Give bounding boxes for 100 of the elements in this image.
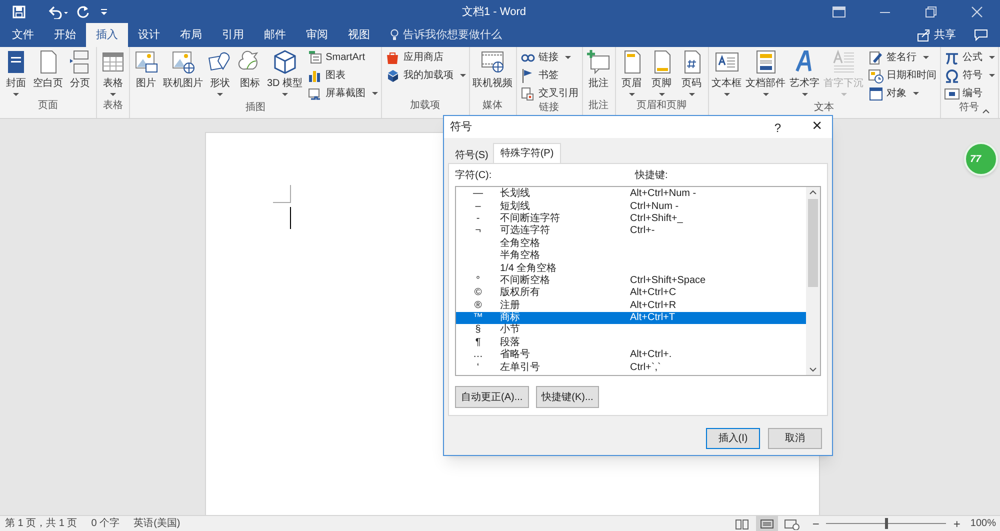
character-name: 左单引号: [500, 362, 541, 374]
save-icon[interactable]: [12, 4, 26, 18]
character-list[interactable]: [455, 186, 821, 376]
zoom-in-button[interactable]: +: [953, 516, 960, 530]
ribbon-button[interactable]: 屏幕截图: [306, 85, 378, 102]
character-name: 省略号: [500, 349, 531, 362]
ribbon-tab[interactable]: 文件: [2, 23, 44, 47]
ribbon-button[interactable]: 图标: [235, 49, 265, 90]
collapse-icon[interactable]: [982, 108, 990, 114]
symbol-char: ¶: [474, 336, 482, 349]
dialog-button[interactable]: 快捷键(K)...: [536, 386, 600, 408]
symbol-char: –: [474, 200, 482, 213]
list-row[interactable]: ™ 商标 Alt+Ctrl+T: [456, 312, 806, 324]
group-label: 加载项: [410, 100, 440, 113]
ribbon-button[interactable]: 页眉: [616, 49, 647, 97]
share-button[interactable]: 共享: [934, 27, 956, 44]
ribbon-button[interactable]: 联机图片: [161, 49, 205, 90]
ribbon-tab[interactable]: 开始: [44, 23, 86, 47]
ribbon-button[interactable]: 日期和时间: [868, 67, 937, 84]
list-row[interactable]: § 小节: [456, 324, 806, 337]
ribbon-button[interactable]: 我的加载项: [384, 67, 466, 84]
ribbon-button[interactable]: SmartArt: [306, 49, 378, 66]
page-count[interactable]: 第 1 页，共 1 页: [5, 516, 78, 531]
ribbon-button[interactable]: 签名行: [868, 49, 937, 66]
list-row[interactable]: ° 不间断空格 Ctrl+Shift+Space: [456, 274, 806, 288]
ribbon-button[interactable]: 编号: [944, 85, 995, 102]
signature-icon: [868, 50, 884, 66]
ribbon-button[interactable]: 图片: [131, 49, 161, 90]
tell-me-field[interactable]: 告诉我你想要做什么: [390, 23, 502, 47]
ribbon-button[interactable]: 3D 模型: [265, 49, 305, 97]
zoom-percent[interactable]: 100%: [970, 516, 996, 531]
symbol-char: ‘: [476, 362, 480, 374]
ribbon-tab[interactable]: 审阅: [296, 23, 338, 47]
column-header: 字符(C):: [455, 168, 493, 183]
ribbon-button[interactable]: 对象: [868, 85, 937, 102]
ribbon-button[interactable]: 图表: [306, 67, 378, 84]
shortcut-text: Ctrl+`,`: [630, 362, 661, 374]
list-row[interactable]: ‑ 不间断连字符 Ctrl+Shift+_: [456, 212, 806, 226]
list-row[interactable]: ‘ 左单引号 Ctrl+`,`: [456, 361, 806, 374]
ribbon-button[interactable]: 交叉引用: [520, 85, 579, 102]
web-layout-icon[interactable]: [782, 518, 802, 530]
list-row[interactable]: 1/4 全角空格: [456, 262, 806, 275]
scrollbar[interactable]: [806, 187, 820, 375]
ribbon-button[interactable]: 书签: [520, 67, 579, 84]
ribbon-tab[interactable]: 插入: [86, 23, 128, 47]
ribbon-tab[interactable]: 邮件: [254, 23, 296, 47]
ribbon-tab[interactable]: 布局: [170, 23, 212, 47]
zoom-slider[interactable]: [826, 518, 946, 529]
ribbon-button[interactable]: 页码: [676, 49, 707, 97]
cancel-button[interactable]: 取消: [768, 428, 822, 449]
ribbon-button[interactable]: 封面: [1, 49, 31, 97]
list-row[interactable]: 半角空格: [456, 250, 806, 262]
ribbon-button[interactable]: 联机视频: [470, 49, 515, 90]
group-label: 页眉和页脚: [636, 100, 687, 113]
close-button[interactable]: ×: [812, 116, 822, 136]
margin-corner-mark: [273, 185, 291, 203]
list-row[interactable]: – 短划线 Ctrl+Num -: [456, 200, 806, 213]
redo-icon[interactable]: [76, 4, 90, 18]
character-name: 全角空格: [500, 238, 541, 250]
print-layout-icon[interactable]: [756, 516, 778, 531]
character-name: 不间断连字符: [500, 212, 561, 224]
list-row[interactable]: — 长划线 Alt+Ctrl+Num -: [456, 188, 806, 200]
ribbon-button[interactable]: 文本框: [710, 49, 744, 97]
undo-icon[interactable]: [48, 4, 70, 18]
character-name: 段落: [500, 336, 521, 348]
ribbon-button[interactable]: 应用商店: [384, 49, 466, 66]
help-button[interactable]: ?: [774, 119, 781, 137]
list-row[interactable]: ¬ 可选连字符 Ctrl+-: [456, 225, 806, 238]
ribbon-tab[interactable]: 设计: [128, 23, 170, 47]
ribbon-button[interactable]: 符号: [944, 67, 995, 84]
list-row[interactable]: … 省略号 Alt+Ctrl+.: [456, 349, 806, 362]
zoom-out-button[interactable]: −: [812, 516, 820, 530]
customize-icon[interactable]: [100, 6, 108, 16]
dialog-tab[interactable]: 特殊字符(P): [493, 143, 561, 163]
ribbon-tab[interactable]: 视图: [338, 23, 380, 47]
ribbon-button[interactable]: 空白页: [31, 49, 65, 90]
ribbon-button[interactable]: 表格: [98, 49, 128, 97]
ribbon-button[interactable]: 分页: [65, 49, 95, 90]
ribbon-button[interactable]: 文档部件: [744, 49, 788, 97]
dialog-button[interactable]: 自动更正(A)...: [455, 386, 529, 408]
ribbon-button[interactable]: 形状: [205, 49, 235, 97]
ribbon-tab[interactable]: 引用: [212, 23, 254, 47]
insert-button[interactable]: 插入(I): [706, 428, 760, 449]
list-row[interactable]: ® 注册 Alt+Ctrl+R: [456, 300, 806, 312]
list-row[interactable]: ¶ 段落: [456, 336, 806, 350]
dialog-tab[interactable]: 符号(S): [450, 146, 494, 163]
comment-icon[interactable]: [974, 29, 988, 41]
ribbon-button[interactable]: 艺术字: [788, 49, 822, 97]
ribbon-button[interactable]: 页脚: [646, 49, 677, 97]
ribbon-button[interactable]: 公式: [944, 49, 995, 66]
word-count[interactable]: 0 个字: [91, 516, 120, 531]
ribbon-button[interactable]: 链接: [520, 49, 579, 66]
list-row[interactable]: © 版权所有 Alt+Ctrl+C: [456, 287, 806, 300]
share-icon: [917, 28, 930, 42]
language-status[interactable]: 英语(美国): [134, 516, 180, 531]
cross-reference-icon: [520, 86, 536, 102]
column-header: 快捷键:: [635, 168, 668, 183]
list-row[interactable]: 全角空格: [456, 238, 806, 250]
text-cursor: [290, 207, 291, 229]
ribbon-button[interactable]: 批注: [584, 49, 614, 90]
